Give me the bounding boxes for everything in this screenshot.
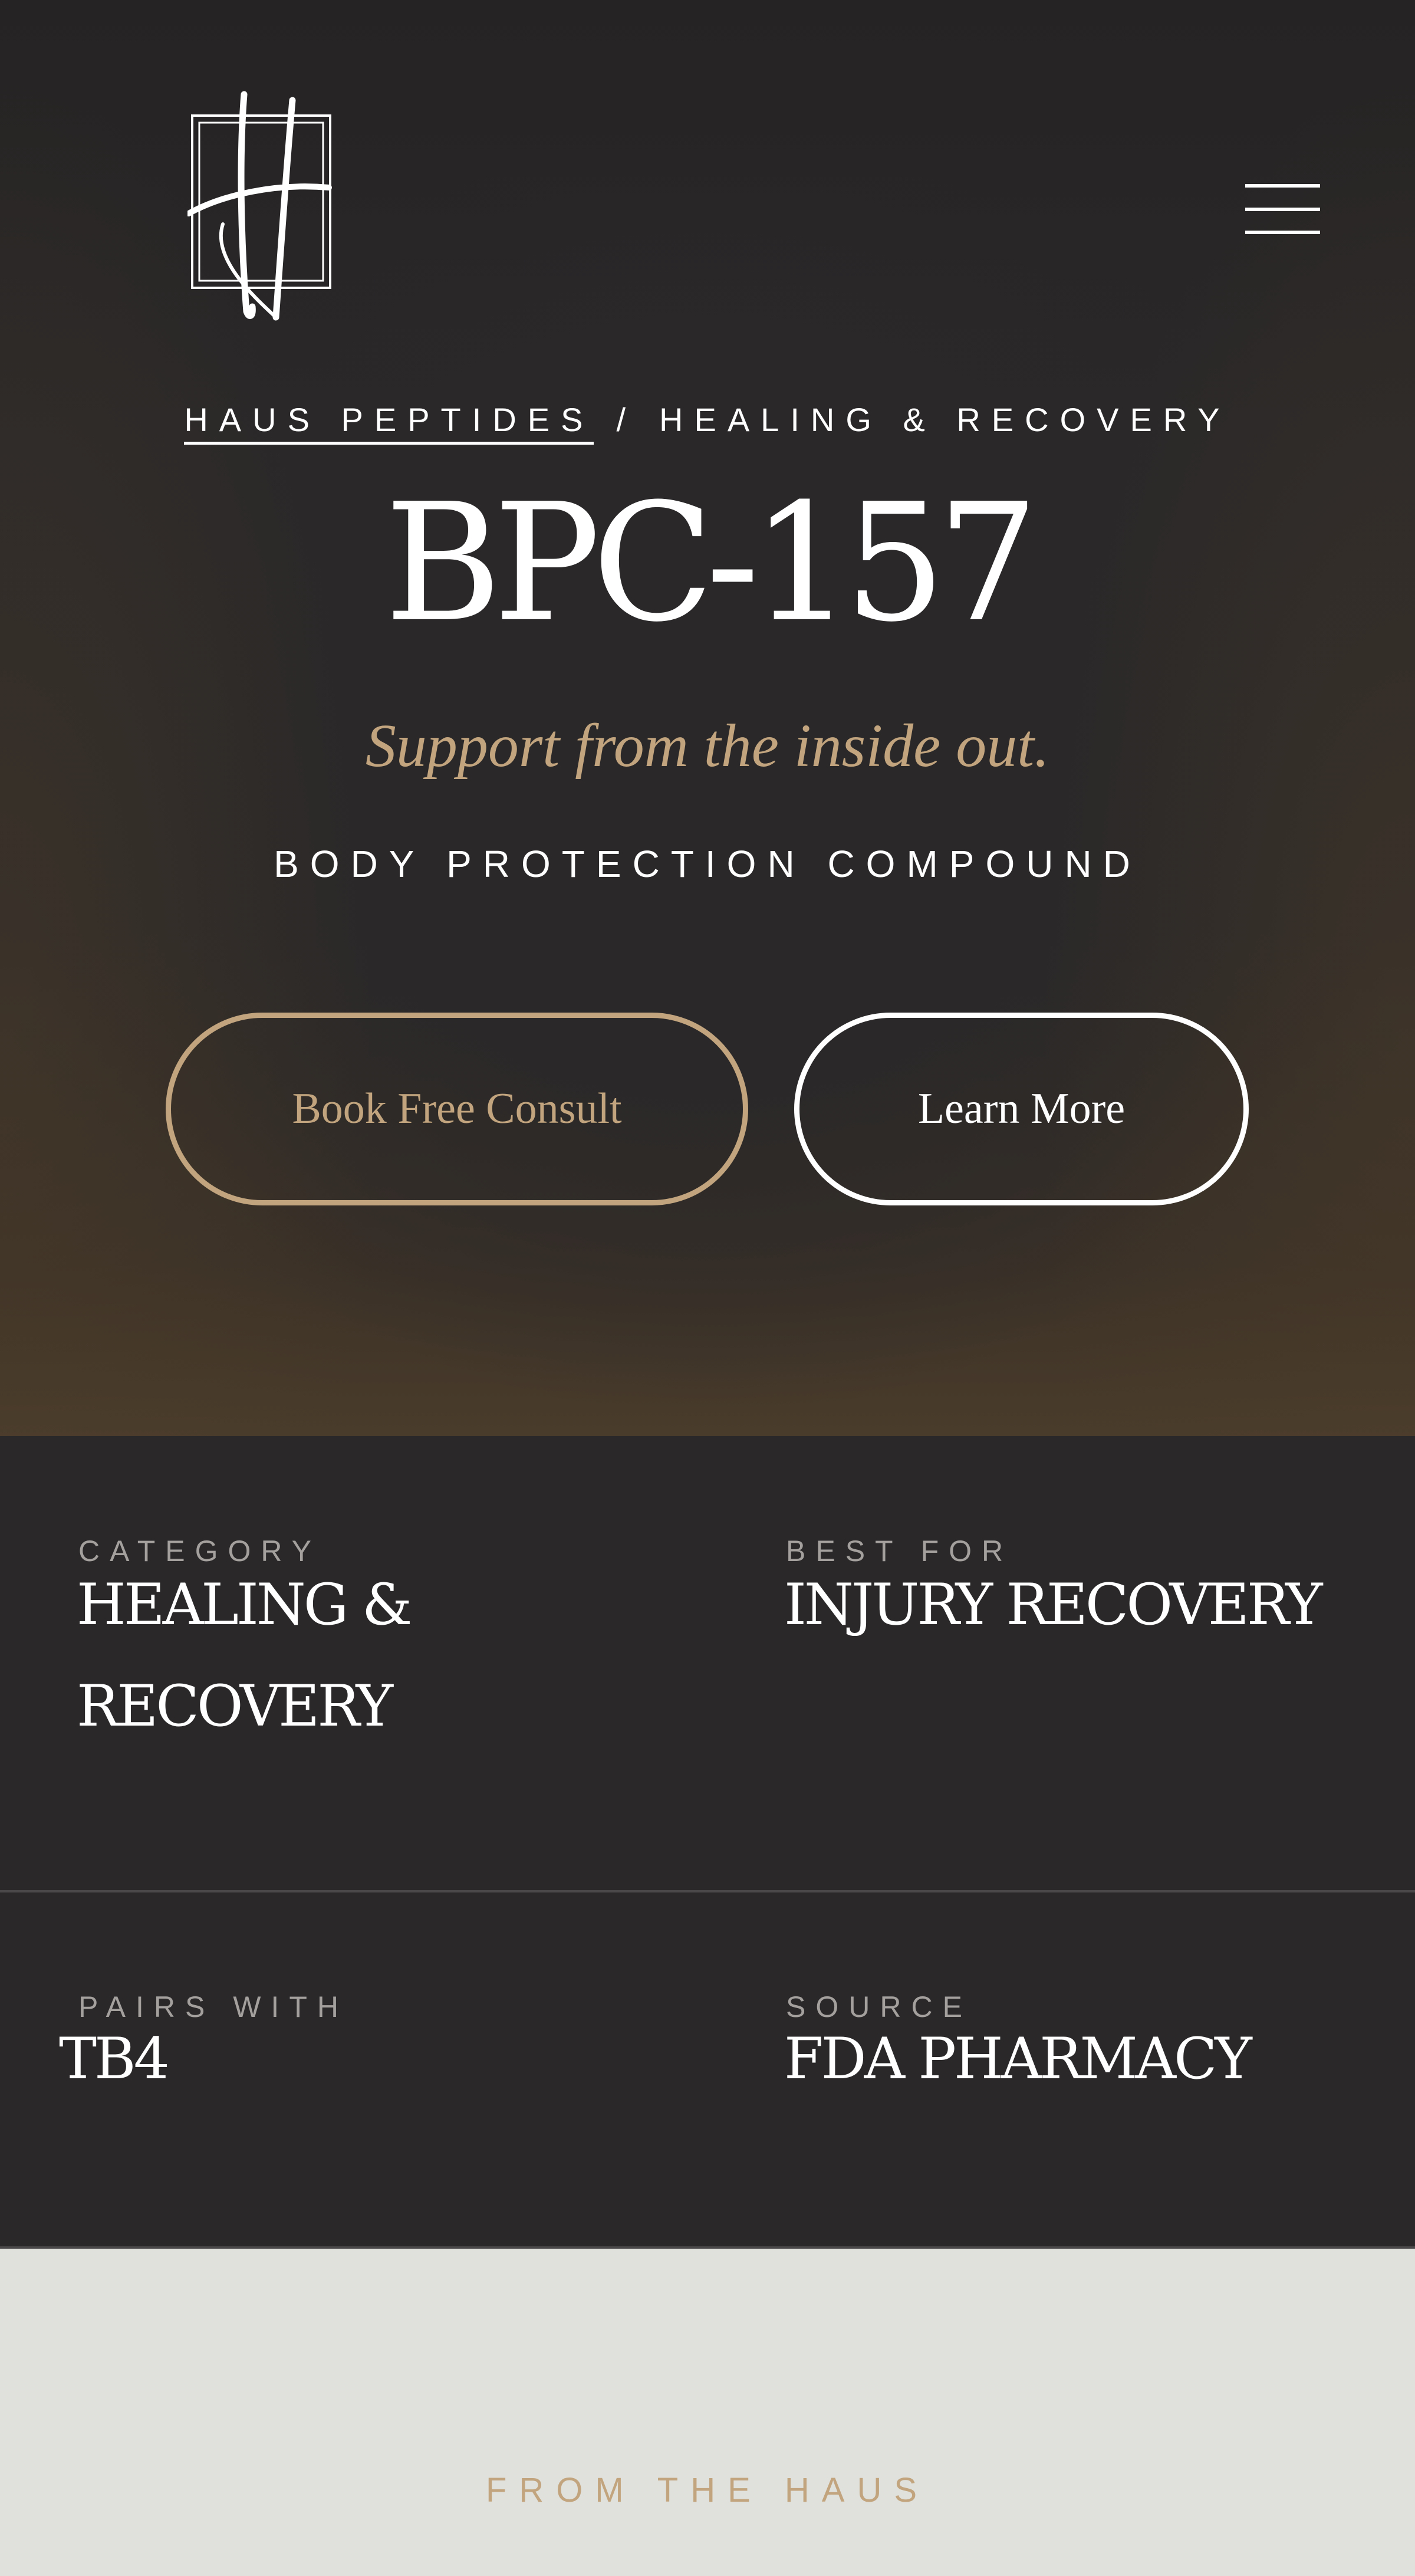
category-value-line2: Recovery — [77, 1673, 393, 1739]
section-eyebrow-label: FROM THE HAUS — [485, 2471, 930, 2509]
breadcrumb-link-home[interactable]: HAUS PEPTIDES — [184, 401, 594, 445]
best-for-value: Injury Recovery — [784, 1572, 1322, 1638]
menu-bar-top — [1245, 184, 1320, 188]
from-the-haus-section: FROM THE HAUS — [0, 2249, 1415, 2576]
breadcrumb-separator: / — [616, 401, 637, 438]
menu-bar-bottom — [1245, 231, 1320, 234]
learn-more-button[interactable]: Learn More — [794, 1013, 1249, 1205]
hamburger-menu-icon[interactable] — [1241, 177, 1324, 242]
product-details-section: CATEGORY Healing & Recovery BEST FOR Inj… — [0, 1436, 1415, 2249]
product-title: BPC-157 — [384, 468, 1038, 658]
book-free-consult-button[interactable]: Book Free Consult — [166, 1013, 748, 1205]
category-value-line1: Healing & — [77, 1572, 412, 1638]
menu-bar-middle — [1245, 208, 1320, 211]
pairs-with-value: TB4 — [59, 2026, 170, 2092]
product-subtitle: BODY PROTECTION COMPOUND — [274, 843, 1141, 885]
product-tagline: Support from the inside out. — [365, 712, 1050, 780]
breadcrumb: HAUS PEPTIDES / HEALING & RECOVERY — [0, 396, 1415, 445]
hero-section: HAUS PEPTIDES / HEALING & RECOVERY BPC-157… — [0, 0, 1415, 1436]
details-divider — [0, 1890, 1415, 1892]
source-value: FDA Pharmacy — [784, 2026, 1252, 2092]
breadcrumb-current[interactable]: HEALING & RECOVERY — [659, 401, 1231, 438]
monogram-h-logo[interactable] — [186, 83, 338, 324]
